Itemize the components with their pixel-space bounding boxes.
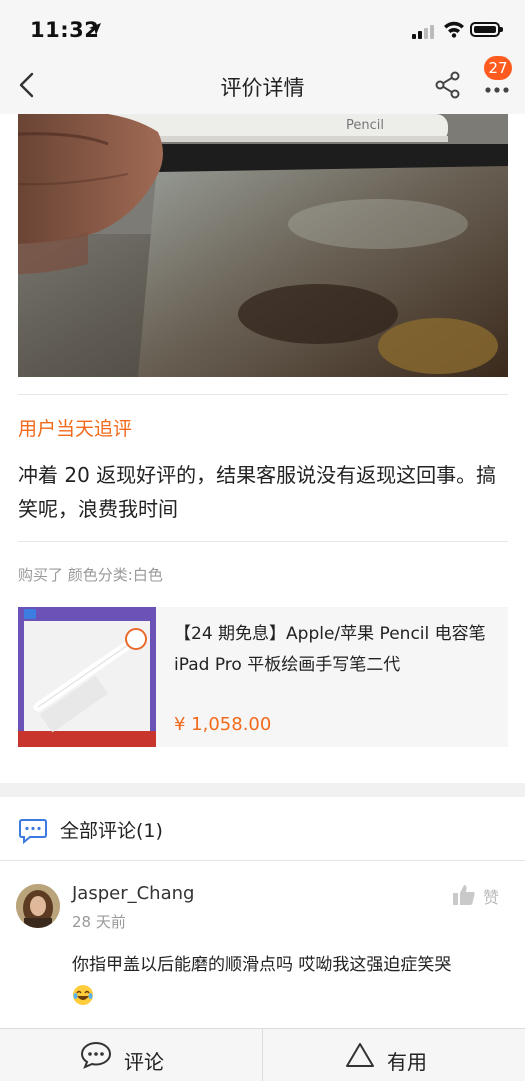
comments-title: 全部评论(1) — [60, 820, 163, 842]
comment-bubble-icon — [19, 819, 47, 844]
signal-icon — [412, 25, 438, 39]
bottom-action-bar: 评论 有用 — [0, 1028, 525, 1081]
svg-text:Pencil: Pencil — [346, 118, 384, 133]
battery-icon — [470, 22, 503, 37]
comment-username[interactable]: Jasper_Chang — [72, 883, 194, 904]
divider — [18, 541, 508, 542]
share-icon[interactable] — [434, 70, 462, 100]
comment-date: 28 天前 — [72, 913, 126, 931]
comment-button-label: 评论 — [124, 1050, 164, 1074]
product-price: ¥ 1,058.00 — [174, 714, 272, 735]
divider — [0, 860, 525, 861]
status-bar: 11:32 — [0, 0, 525, 62]
comment-text: 你指甲盖以后能磨的顺滑点吗 哎呦我这强迫症笑哭 — [72, 950, 512, 1010]
review-text: 冲着 20 返现好评的，结果客服说没有返现这回事。搞笑呢，浪费我时间 — [18, 463, 497, 521]
product-thumbnail — [18, 607, 156, 747]
notification-badge: 27 — [484, 56, 512, 80]
product-name: 【24 期免息】Apple/苹果 Pencil 电容笔 iPad Pro 平板绘… — [174, 624, 486, 675]
divider — [262, 1029, 263, 1081]
laughing-crying-emoji-icon — [73, 985, 93, 1005]
comments-header: 全部评论(1) — [0, 797, 525, 860]
divider — [18, 394, 508, 395]
triangle-icon — [346, 1043, 374, 1067]
avatar[interactable] — [16, 884, 60, 928]
like-label[interactable]: 赞 — [483, 884, 499, 908]
purchase-info: 购买了 颜色分类:白色 — [18, 566, 163, 584]
product-card[interactable]: 【24 期免息】Apple/苹果 Pencil 电容笔 iPad Pro 平板绘… — [18, 607, 508, 747]
followup-label: 用户当天追评 — [18, 418, 133, 440]
comment-body: 你指甲盖以后能磨的顺滑点吗 哎呦我这强迫症笑哭 — [72, 955, 452, 975]
thumbs-up-icon[interactable] — [452, 883, 476, 907]
wifi-icon — [444, 21, 464, 38]
review-photo[interactable]: Pencil — [18, 114, 508, 377]
useful-button-label: 有用 — [387, 1050, 427, 1074]
comment-icon — [80, 1041, 112, 1069]
section-gap — [0, 783, 525, 797]
location-arrow-icon — [89, 23, 101, 35]
nav-bar: 评价详情 27 — [0, 56, 525, 114]
